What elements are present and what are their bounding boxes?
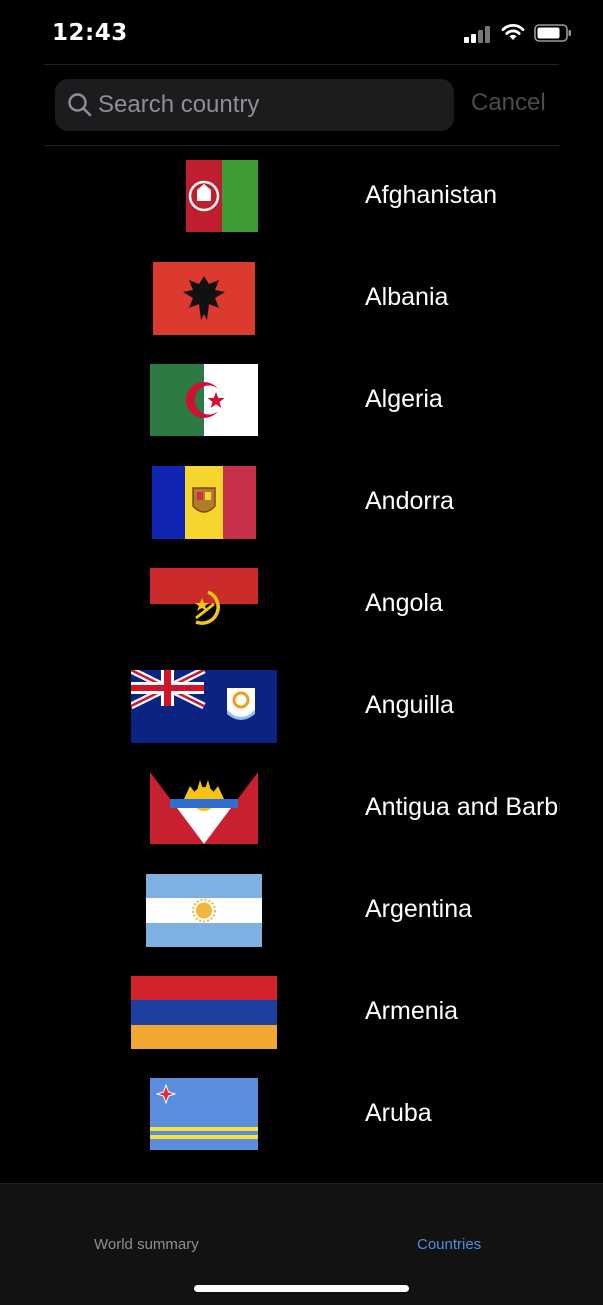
- country-row-anguilla[interactable]: Anguilla: [0, 656, 603, 758]
- country-list[interactable]: Afghanistan Albania Algeria Andorra Ango…: [0, 146, 603, 1183]
- header-divider: [44, 64, 559, 65]
- country-name: Anguilla: [365, 691, 454, 719]
- status-bar: 12:43: [0, 0, 603, 64]
- battery-icon: [534, 24, 571, 42]
- tab-world-summary[interactable]: World summary: [94, 1236, 199, 1253]
- country-row-afghanistan[interactable]: Afghanistan: [0, 146, 603, 248]
- country-row-aruba[interactable]: Aruba: [0, 1064, 603, 1166]
- wifi-icon: [501, 24, 525, 40]
- search-icon: [68, 93, 92, 117]
- argentina-flag-icon: [146, 874, 262, 947]
- algeria-flag-icon: [150, 364, 258, 436]
- country-row-antigua-and-barbuda[interactable]: Antigua and Barbuda: [0, 758, 603, 860]
- country-name: Aruba: [365, 1099, 432, 1127]
- country-row-argentina[interactable]: Argentina: [0, 860, 603, 962]
- angola-flag-icon: [150, 568, 258, 640]
- aruba-flag-icon: [150, 1078, 258, 1150]
- country-row-andorra[interactable]: Andorra: [0, 452, 603, 554]
- anguilla-flag-icon: [131, 670, 277, 743]
- albania-flag-icon: [153, 262, 255, 335]
- home-indicator[interactable]: [194, 1285, 409, 1292]
- country-name: Armenia: [365, 997, 459, 1025]
- tab-countries[interactable]: Countries: [417, 1236, 481, 1253]
- country-name: Albania: [365, 283, 449, 311]
- country-row-angola[interactable]: Angola: [0, 554, 603, 656]
- afghanistan-flag-icon: [150, 160, 258, 232]
- country-name: Afghanistan: [365, 181, 498, 209]
- country-name: Algeria: [365, 385, 443, 413]
- country-row-armenia[interactable]: Armenia: [0, 962, 603, 1064]
- country-name: Antigua and Barbuda: [365, 793, 560, 821]
- andorra-flag-icon: [152, 466, 256, 539]
- country-row-albania[interactable]: Albania: [0, 248, 603, 350]
- country-name: Andorra: [365, 487, 454, 515]
- country-row-algeria[interactable]: Algeria: [0, 350, 603, 452]
- country-name: Angola: [365, 589, 443, 617]
- search-bar[interactable]: [55, 79, 454, 131]
- status-time: 12:43: [52, 20, 128, 46]
- antigua-and-barbuda-flag-icon: [150, 772, 258, 844]
- cellular-signal-icon: [464, 25, 492, 43]
- search-input[interactable]: [98, 79, 438, 131]
- armenia-flag-icon: [131, 976, 277, 1049]
- country-name: Argentina: [365, 895, 473, 923]
- cancel-button[interactable]: Cancel: [471, 89, 546, 117]
